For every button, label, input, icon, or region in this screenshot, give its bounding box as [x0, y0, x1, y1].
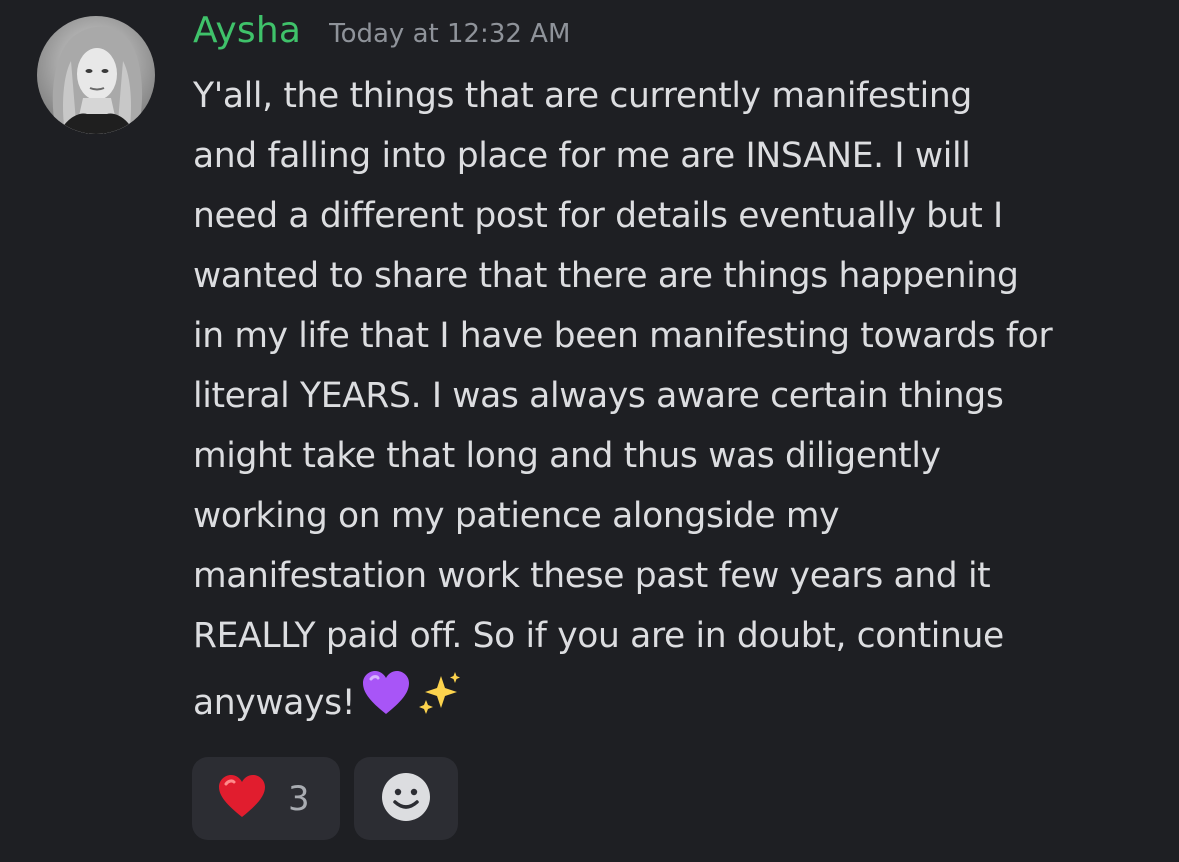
author-avatar[interactable]	[37, 16, 155, 134]
message-line: literal YEARS. I was always aware certai…	[193, 376, 1004, 416]
message-line: need a different post for details eventu…	[193, 196, 1003, 236]
purple-heart-icon	[361, 668, 411, 742]
reactions-bar: 3	[192, 757, 458, 840]
red-heart-icon	[218, 774, 266, 823]
message-line: Y'all, the things that are currently man…	[193, 76, 972, 116]
add-reaction-icon	[380, 771, 432, 827]
message-line: wanted to share that there are things ha…	[193, 256, 1019, 296]
add-reaction-button[interactable]	[354, 757, 458, 840]
message-content: Y'all, the things that are currently man…	[193, 66, 1163, 742]
reaction-heart-button[interactable]: 3	[192, 757, 340, 840]
message-header: Aysha Today at 12:32 AM	[193, 10, 570, 62]
message-line: anyways!	[193, 683, 356, 723]
message-line-last: anyways!	[193, 666, 1163, 742]
message-line: and falling into place for me are INSANE…	[193, 136, 971, 176]
message-line: REALLY paid off. So if you are in doubt,…	[193, 616, 1004, 656]
reaction-count: 3	[288, 778, 310, 819]
message-line: manifestation work these past few years …	[193, 556, 991, 596]
chat-message: Aysha Today at 12:32 AM Y'all, the thing…	[0, 0, 1179, 862]
message-line: might take that long and thus was dilige…	[193, 436, 941, 476]
message-timestamp: Today at 12:32 AM	[329, 19, 571, 49]
author-name[interactable]: Aysha	[193, 10, 301, 51]
message-line: working on my patience alongside my	[193, 496, 840, 536]
message-line: in my life that I have been manifesting …	[193, 316, 1053, 356]
sparkles-icon	[417, 668, 463, 742]
